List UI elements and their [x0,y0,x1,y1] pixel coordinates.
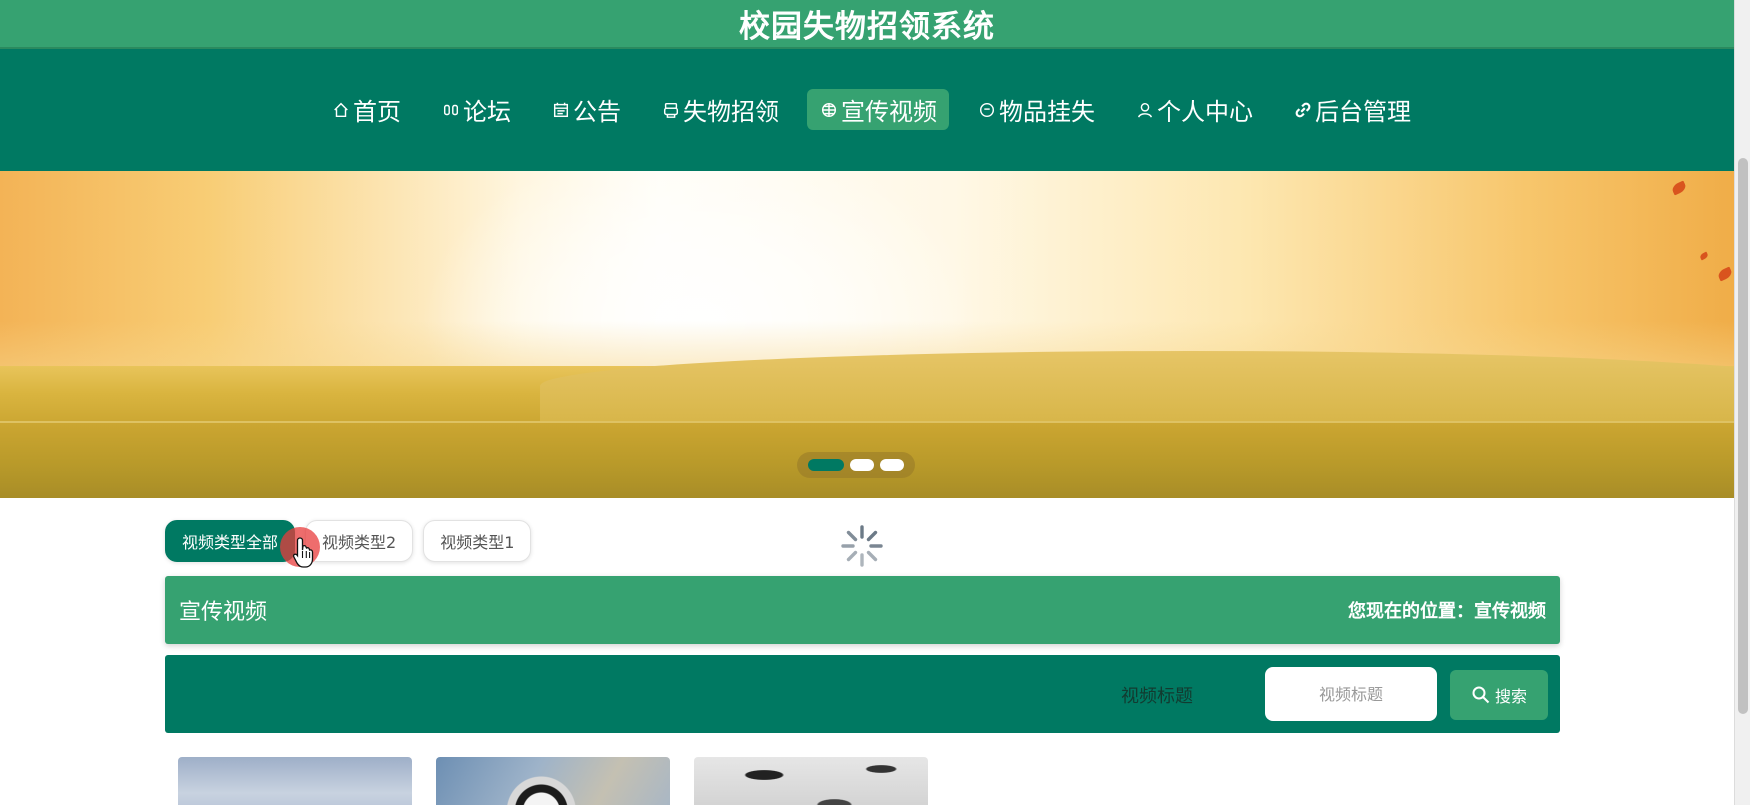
breadcrumb: 您现在的位置：宣传视频 [1348,601,1546,622]
section-header: 宣传视频 您现在的位置：宣传视频 [165,576,1560,644]
nav-item-lost-found[interactable]: 失物招领 [649,89,791,130]
nav-item-admin[interactable]: 后台管理 [1281,89,1423,130]
video-card[interactable] [436,757,670,805]
home-icon [331,100,351,120]
nav-item-label: 失物招领 [683,98,779,126]
forum-icon [441,100,461,120]
nav-item-user-center[interactable]: 个人中心 [1123,89,1265,130]
main-nav: 首页 论坛 公告 失物招领 宣传视频 物品挂失 个人中心 后台管理 [0,49,1734,171]
carousel-indicators [797,452,915,478]
video-title-search-input[interactable] [1265,667,1437,721]
loading-spinner-icon [841,525,883,567]
nav-item-label: 个人中心 [1157,98,1253,126]
nav-item-home[interactable]: 首页 [319,89,413,130]
search-label: 视频标题 [1121,686,1193,707]
tab-type-2[interactable]: 视频类型2 [305,520,414,562]
nav-item-label: 公告 [573,98,621,126]
lost-found-icon [661,100,681,120]
search-button[interactable]: 搜索 [1450,670,1548,720]
page-viewport: 校园失物招领系统 首页 论坛 公告 失物招领 宣传视频 物品挂失 个人中心 后台… [0,0,1734,805]
video-icon [819,100,839,120]
scrollbar-thumb[interactable] [1738,158,1748,714]
nav-items: 首页 论坛 公告 失物招领 宣传视频 物品挂失 个人中心 后台管理 [0,89,1734,130]
tab-all-types[interactable]: 视频类型全部 [165,520,296,562]
leaf-icon [1670,180,1688,196]
carousel-dot-3[interactable] [880,459,904,471]
search-bar: 视频标题 搜索 [165,655,1560,733]
carousel-dot-1[interactable] [808,459,844,471]
report-loss-icon [977,100,997,120]
search-button-label: 搜索 [1494,687,1527,706]
video-card[interactable] [178,757,412,805]
notice-icon [551,100,571,120]
leaf-icon [1716,266,1734,282]
app-title: 校园失物招领系统 [739,9,995,45]
video-list [178,757,928,805]
video-type-tabs: 视频类型全部 视频类型2 视频类型1 [165,520,532,562]
tab-type-1[interactable]: 视频类型1 [423,520,532,562]
section-title: 宣传视频 [179,600,268,625]
nav-item-label: 首页 [353,98,401,126]
nav-item-label: 宣传视频 [841,98,937,126]
banner-hill [540,351,1734,421]
hand-cursor-icon [292,537,314,568]
video-card[interactable] [694,757,928,805]
banner-grass-line [0,421,1734,423]
nav-item-report-loss[interactable]: 物品挂失 [965,89,1107,130]
page-scrollbar[interactable] [1734,0,1750,805]
nav-item-video[interactable]: 宣传视频 [807,89,949,130]
banner-carousel [0,171,1734,498]
nav-item-notice[interactable]: 公告 [539,89,633,130]
leaf-icon [1699,251,1709,261]
nav-item-label: 物品挂失 [999,98,1095,126]
nav-item-label: 论坛 [463,98,511,126]
user-icon [1135,100,1155,120]
nav-item-forum[interactable]: 论坛 [429,89,523,130]
nav-item-label: 后台管理 [1315,98,1411,126]
carousel-dot-2[interactable] [850,459,874,471]
search-icon [1472,686,1490,704]
link-icon [1293,100,1313,120]
title-bar: 校园失物招领系统 [0,0,1734,49]
